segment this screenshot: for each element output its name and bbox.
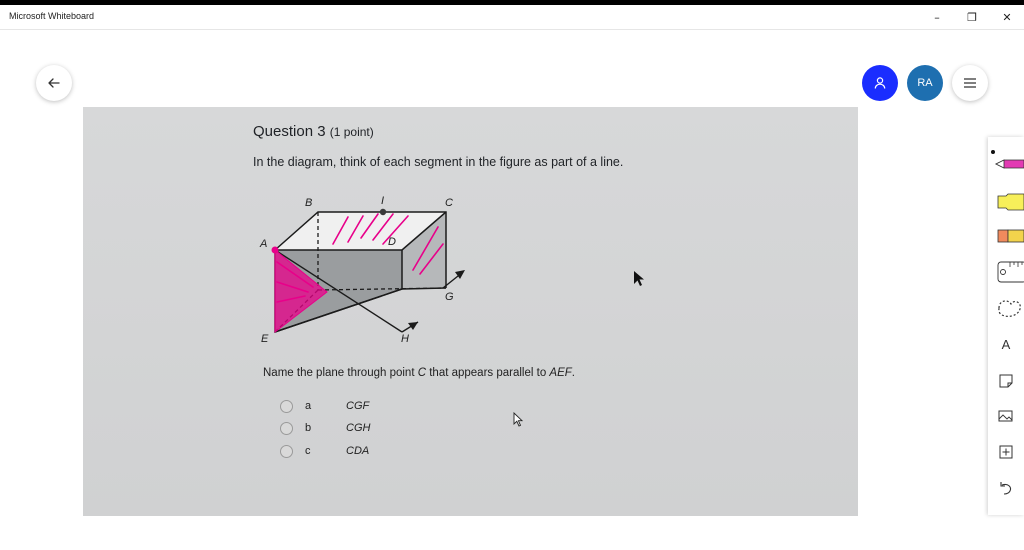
sticky-note-icon [999,374,1013,388]
hamburger-menu-icon [964,78,976,88]
question-title: Question 3 [253,123,326,140]
undo-tool[interactable] [988,473,1024,503]
back-button[interactable] [36,65,72,101]
lasso-tool[interactable] [988,293,1024,323]
add-content-tool[interactable] [988,437,1024,467]
label-d: D [388,236,396,248]
pen-tool[interactable] [988,145,1024,175]
ink-toolbar: A [988,137,1024,515]
whiteboard-image[interactable]: Question 3 (1 point) In the diagram, thi… [83,107,858,516]
label-i: I [381,195,384,207]
question-text: In the diagram, think of each segment in… [253,155,624,169]
lasso-icon [998,300,1021,317]
image-tool[interactable] [988,401,1024,431]
label-h: H [401,333,409,342]
user-avatar[interactable]: RA [907,65,943,101]
option-text: CDA [346,445,370,457]
share-people-button[interactable] [862,65,898,101]
restore-button[interactable]: ❐ [955,5,989,29]
point-a-marker [271,246,279,254]
arrow-left-icon [48,78,60,88]
person-icon [874,77,886,89]
label-a: A [259,238,267,250]
label-b: B [305,197,312,209]
pen-icon [991,150,1024,169]
close-button[interactable]: ✕ [990,5,1024,29]
label-c: C [445,197,453,209]
radio-button[interactable] [280,422,293,435]
minimize-button[interactable]: – [920,5,954,29]
question-heading: Question 3 (1 point) [253,123,374,140]
cursor-outline-icon [513,412,523,427]
ruler-icon [997,261,1024,283]
eraser-tool[interactable] [988,221,1024,251]
title-bar: Microsoft Whiteboard – ❐ ✕ [0,5,1024,30]
mouse-pointer-icon [634,271,644,286]
eraser-icon [997,229,1024,243]
sticky-note-tool[interactable] [988,365,1024,395]
ruler-tool[interactable] [988,257,1024,287]
add-icon [999,445,1013,459]
undo-icon [1000,482,1012,495]
question-prompt: Name the plane through point C that appe… [263,367,575,379]
option-letter: c [305,445,311,457]
image-icon [998,410,1013,422]
option-text: CGH [346,422,371,434]
arrow-h-icon [408,322,418,330]
prism-diagram: B I C A D G E H [259,195,465,342]
radio-button[interactable] [280,400,293,413]
highlighter-icon [997,193,1024,211]
option-letter: a [305,400,312,412]
option-text: CGF [346,400,370,412]
app-title: Microsoft Whiteboard [9,11,95,21]
settings-menu-button[interactable] [952,65,988,101]
label-e: E [261,333,269,342]
highlighter-tool[interactable] [988,185,1024,215]
question-points: (1 point) [329,125,374,139]
point-i-marker [379,208,387,216]
text-tool[interactable]: A [988,329,1024,359]
label-g: G [445,291,454,303]
option-letter: b [305,422,312,434]
radio-button[interactable] [280,445,293,458]
